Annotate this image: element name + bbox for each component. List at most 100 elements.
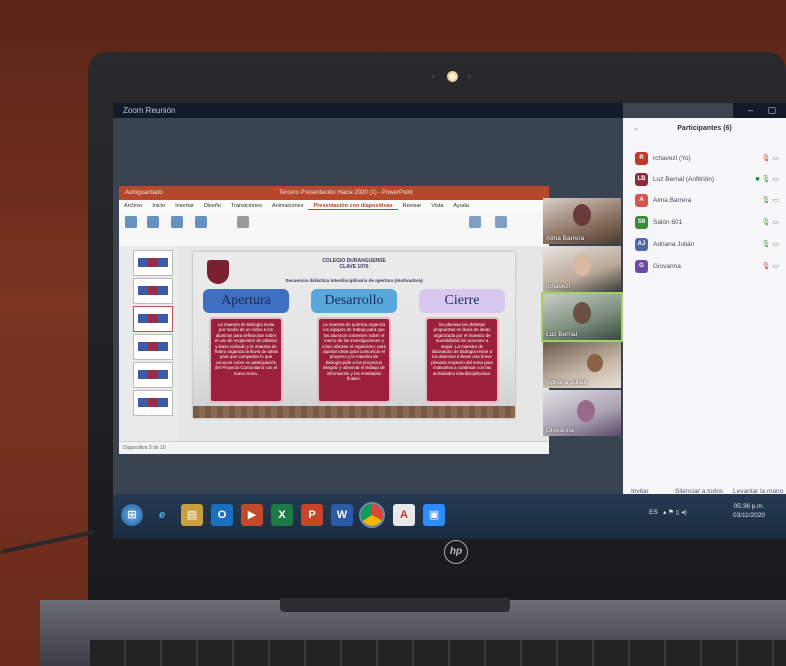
webcam-light [447, 71, 458, 82]
system-tray: ES ▴ ⚑ ▯ ◂) [649, 508, 687, 516]
mic-icon[interactable]: 🎙︎ [762, 241, 771, 248]
custom-show-icon [195, 216, 207, 228]
mic-on-icon[interactable]: 🎙︎ [762, 176, 771, 183]
edge-icon[interactable]: e [151, 504, 173, 526]
mic-icon[interactable]: 🎙︎ [762, 197, 771, 204]
powerpoint-alt-icon[interactable]: ▶ [241, 504, 263, 526]
participants-header: ⌄ Participantes (6) [623, 118, 786, 140]
acrobat-icon[interactable]: A [393, 504, 415, 526]
participant-row[interactable]: R rchavezl (Yo) 🎙︎ ▭ [635, 152, 783, 170]
excel-icon[interactable]: X [271, 504, 293, 526]
slide-thumbnail[interactable] [133, 362, 173, 388]
clock-time: 05:36 p.m. [733, 503, 765, 510]
slide-thumbnail[interactable] [133, 250, 173, 276]
tab-archivo[interactable]: Archivo [119, 200, 147, 209]
column-text: La maestra de química organiza los equip… [317, 317, 391, 403]
participant-controls: 🎙︎ ▭ [762, 260, 779, 274]
slide-thumbnail[interactable] [133, 334, 173, 360]
participant-silhouette [587, 354, 603, 372]
ppt-status-bar: Diapositiva 3 de 10 [119, 441, 549, 454]
slideshow-current-icon [147, 216, 159, 228]
video-tile[interactable]: Adriana Julián [543, 342, 621, 388]
zoom-window-title: Zoom Reunión [123, 106, 176, 115]
zoom-icon[interactable]: ▣ [423, 504, 445, 526]
tab-diseno[interactable]: Diseño [199, 200, 226, 209]
camera-icon[interactable]: ▭ [772, 219, 779, 226]
powerpoint-icon[interactable]: P [301, 504, 323, 526]
participant-controls: ■ 🎙︎ ▭ [755, 173, 779, 187]
autosave-label[interactable]: Autoguardado [125, 186, 163, 200]
ribbon-button[interactable] [171, 216, 183, 230]
slide-thumbnail-selected[interactable] [133, 306, 173, 332]
participant-row[interactable]: AJ Adriana Julián 🎙︎ ▭ [635, 238, 783, 256]
tab-animaciones[interactable]: Animaciones [267, 200, 309, 209]
video-tile-active-speaker[interactable]: Luz Bernal [541, 292, 623, 342]
ppt-ribbon [119, 212, 549, 247]
ribbon-button[interactable] [125, 216, 137, 230]
ppt-title-bar: Autoguardado Tercero Presentación Hacia … [119, 186, 549, 200]
participant-row[interactable]: A Alma Barrera 🎙︎ ▭ [635, 194, 783, 212]
tab-ayuda[interactable]: Ayuda [448, 200, 474, 209]
camera-icon[interactable]: ▭ [772, 176, 779, 183]
tab-presentacion[interactable]: Presentación con diapositivas [308, 200, 398, 210]
ribbon-button[interactable] [469, 216, 481, 230]
shared-screen: Autoguardado Tercero Presentación Hacia … [113, 118, 623, 494]
taskbar-clock[interactable]: 05:36 p.m. 03/11/2020 [733, 502, 765, 520]
tab-transiciones[interactable]: Transiciones [226, 200, 267, 209]
tab-insertar[interactable]: Insertar [170, 200, 199, 209]
mic-muted-icon[interactable]: 🎙︎ [762, 263, 771, 270]
participant-controls: 🎙︎ ▭ [762, 194, 779, 208]
ribbon-button[interactable] [195, 216, 207, 230]
participant-controls: 🎙︎ ▭ [762, 216, 779, 230]
participant-row[interactable]: G Giovanna 🎙︎ ▭ [635, 260, 783, 278]
tab-vista[interactable]: Vista [426, 200, 448, 209]
zoom-title-bar: Zoom Reunión [113, 103, 623, 118]
slide-thumbnail[interactable] [133, 390, 173, 416]
column-text: La maestra de Biología invita por medio … [209, 317, 283, 403]
mic-icon[interactable]: 🎙︎ [762, 219, 771, 226]
participant-avatar: AJ [635, 238, 648, 251]
column-apertura: Apertura La maestra de Biología invita p… [203, 289, 289, 409]
language-indicator[interactable]: ES [649, 509, 658, 516]
camera-off-icon[interactable]: ▭ [772, 155, 779, 162]
tab-inicio[interactable]: Inicio [147, 200, 170, 209]
participant-name: Luz Bernal (Anfitrión) [653, 176, 715, 183]
ribbon-button[interactable] [495, 216, 507, 230]
participant-controls: 🎙︎ ▭ [762, 152, 779, 166]
participant-row[interactable]: LB Luz Bernal (Anfitrión) ■ 🎙︎ ▭ [635, 173, 783, 191]
chevron-down-icon[interactable]: ⌄ [633, 118, 639, 140]
participant-silhouette [573, 254, 591, 276]
chrome-icon[interactable] [359, 502, 385, 528]
outlook-icon[interactable]: O [211, 504, 233, 526]
laptop-hinge [280, 598, 510, 612]
tray-icons[interactable]: ▴ ⚑ ▯ ◂) [659, 509, 687, 516]
column-text: Se planean las distintas propuestas en l… [425, 317, 499, 403]
start-button-icon[interactable]: ⊞ [121, 504, 143, 526]
column-title: Desarrollo [311, 289, 397, 313]
file-explorer-icon[interactable]: ▤ [181, 504, 203, 526]
camera-icon[interactable]: ▭ [772, 197, 779, 204]
monitor-icon [469, 216, 481, 228]
slideshow-start-icon [125, 216, 137, 228]
camera-icon[interactable]: ▭ [772, 263, 779, 270]
word-icon[interactable]: W [331, 504, 353, 526]
video-tile[interactable]: Giovanna [543, 390, 621, 436]
zoom-window-controls[interactable]: – ▢ ✕ [733, 103, 786, 130]
video-tile[interactable]: rchavezl [543, 246, 621, 292]
participant-row[interactable]: S6 Salón 601 🎙︎ ▭ [635, 216, 783, 234]
current-slide[interactable]: COLEGIO DURANGUENSE CLAVE 1076 Secuencia… [193, 252, 515, 418]
camera-icon[interactable]: ▭ [772, 241, 779, 248]
ribbon-button[interactable] [147, 216, 159, 230]
video-tile[interactable]: Alma Barrera [543, 198, 621, 244]
column-title: Apertura [203, 289, 289, 313]
participant-avatar: S6 [635, 216, 648, 229]
slide-floor-decoration [193, 406, 515, 418]
participant-avatar: R [635, 152, 648, 165]
mic-muted-icon[interactable]: 🎙︎ [762, 155, 771, 162]
participant-silhouette [573, 204, 591, 226]
slide-thumbnail[interactable] [133, 278, 173, 304]
participants-panel: ⌄ Participantes (6) R rchavezl (Yo) 🎙︎ ▭… [623, 118, 786, 495]
ribbon-button[interactable] [237, 216, 249, 230]
power-cable [0, 530, 95, 554]
tab-revisar[interactable]: Revisar [398, 200, 427, 209]
